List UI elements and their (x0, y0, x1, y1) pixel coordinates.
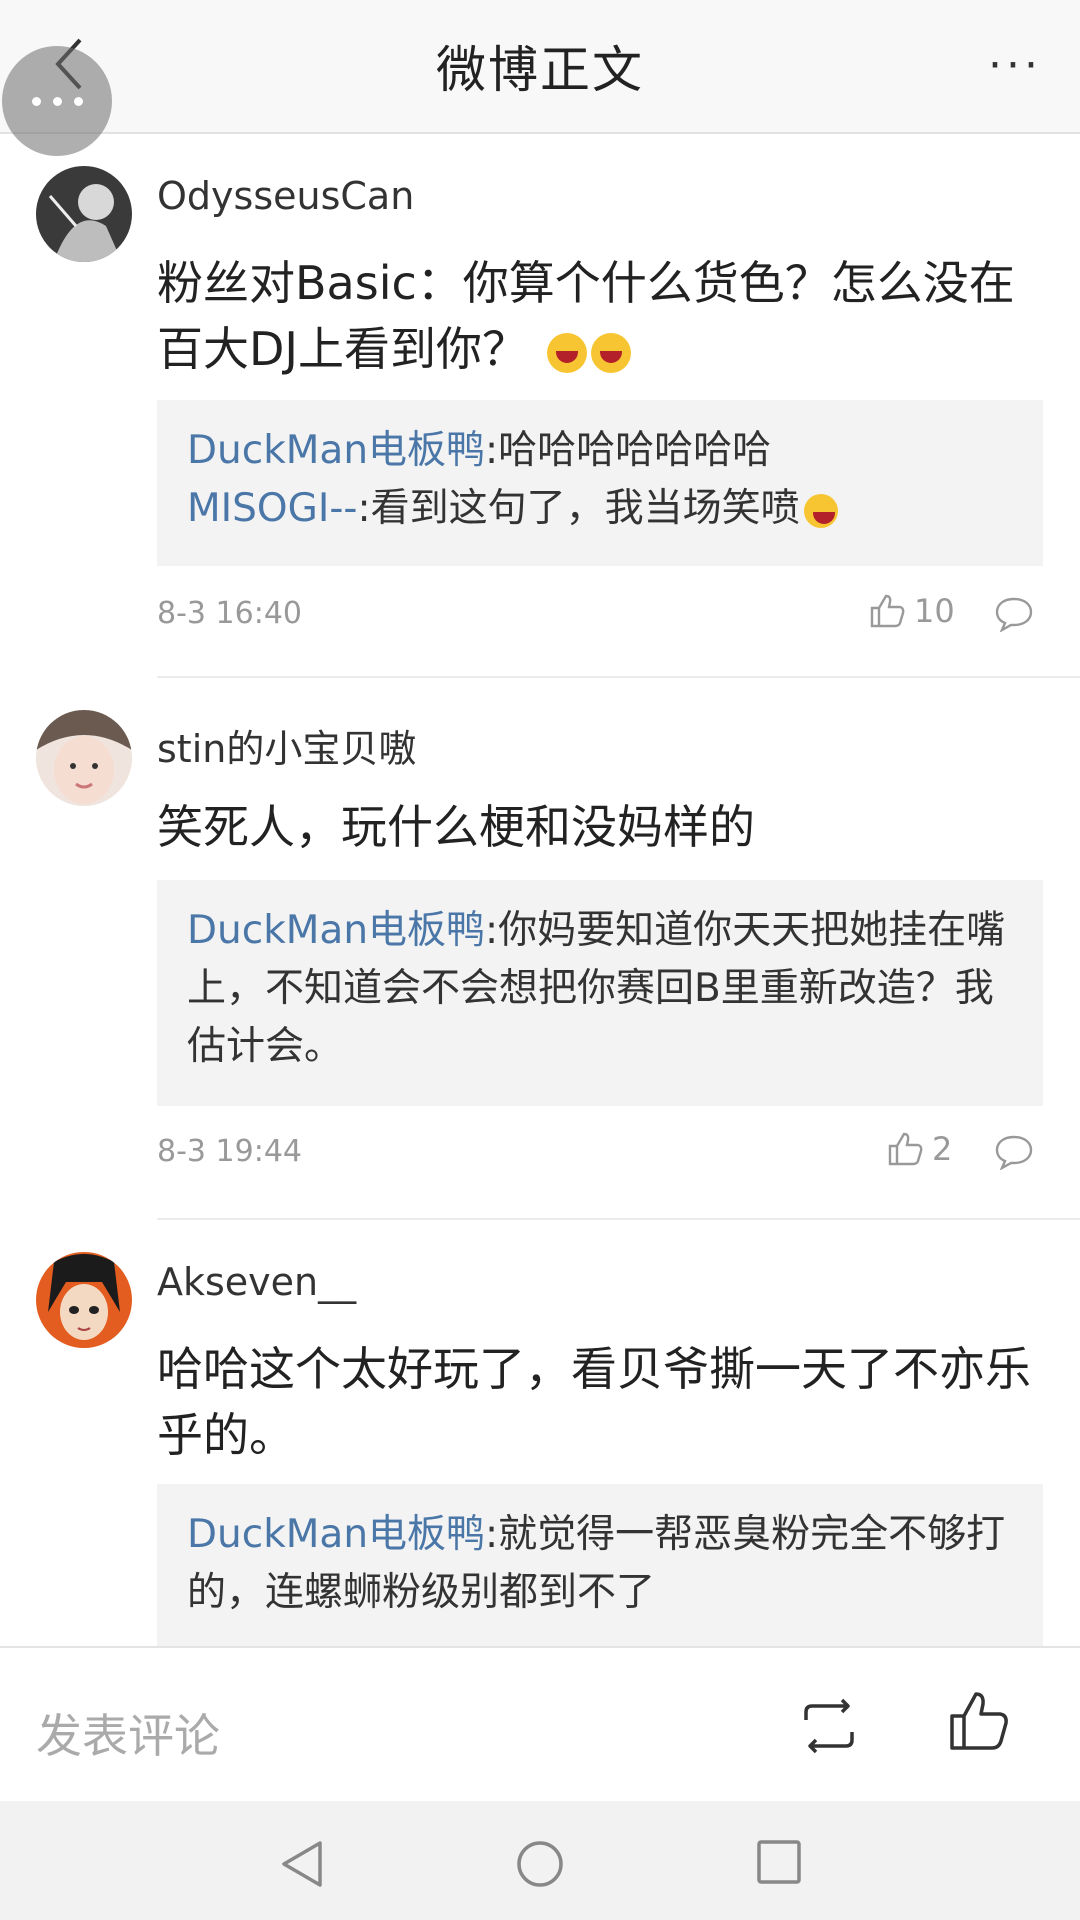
comment-input[interactable]: 发表评论 (36, 1700, 220, 1766)
nav-back-icon[interactable] (278, 1839, 324, 1889)
comment-username[interactable]: stin的小宝贝嗷 (157, 718, 416, 773)
system-nav-bar (0, 1801, 1080, 1920)
comment-time: 8-3 16:40 (157, 596, 302, 631)
nav-home-icon[interactable] (515, 1839, 565, 1889)
reply-box[interactable]: DuckMan电板鸭:哈哈哈哈哈哈哈 MISOGI--:看到这句了，我当场笑喷 (157, 400, 1043, 566)
laugh-emoji-icon (590, 332, 631, 373)
comment-list[interactable]: OdysseusCan 粉丝对Basic：你算个什么货色？怎么没在百大DJ上看到… (0, 134, 1080, 1646)
comment-content: 哈哈这个太好玩了，看贝爷撕一天了不亦乐乎的。 (157, 1342, 1031, 1462)
more-options-button[interactable]: ··· (988, 40, 1042, 91)
reply-line: DuckMan电板鸭:哈哈哈哈哈哈哈 (187, 428, 772, 473)
comment-time: 8-3 19:44 (157, 1134, 302, 1169)
reply-box[interactable]: DuckMan电板鸭:你妈要知道你天天把她挂在嘴上，不知道会不会想把你赛回B里重… (157, 880, 1043, 1106)
avatar[interactable] (36, 710, 132, 806)
header-bar: 微博正文 ··· (0, 0, 1080, 134)
like-button[interactable]: 10 (868, 592, 955, 630)
reply-username[interactable]: MISOGI-- (187, 486, 357, 531)
avatar[interactable] (36, 1252, 132, 1348)
thumbs-up-icon (888, 1132, 923, 1166)
reply-username[interactable]: DuckMan电板鸭 (187, 428, 485, 473)
floating-menu-button[interactable] (2, 46, 112, 156)
divider (157, 676, 1080, 678)
like-post-icon[interactable] (948, 1690, 1010, 1752)
reply-username[interactable]: DuckMan电板鸭 (187, 1512, 485, 1557)
comment-username[interactable]: OdysseusCan (157, 174, 414, 218)
thumbs-up-icon (870, 594, 905, 628)
comment-username[interactable]: Akseven__ (157, 1260, 356, 1304)
reply-line: DuckMan电板鸭:你妈要知道你天天把她挂在嘴上，不知道会不会想把你赛回B里重… (187, 908, 1006, 1069)
avatar[interactable] (36, 166, 132, 262)
grin-emoji-icon (803, 493, 838, 528)
repost-icon[interactable] (798, 1698, 860, 1754)
reply-comment-icon[interactable] (994, 596, 1034, 632)
reply-comment-icon[interactable] (994, 1134, 1034, 1170)
reply-line: DuckMan电板鸭:就觉得一帮恶臭粉完全不够打的，连螺蛳粉级别都到不了 (187, 1512, 1006, 1615)
like-count: 2 (932, 1130, 953, 1168)
laugh-emoji-icon (546, 332, 587, 373)
reply-username[interactable]: DuckMan电板鸭 (187, 908, 485, 953)
comment-content: 笑死人，玩什么梗和没妈样的 (157, 800, 755, 854)
reply-line: MISOGI--:看到这句了，我当场笑喷 (187, 480, 1013, 538)
reply-box[interactable]: DuckMan电板鸭:就觉得一帮恶臭粉完全不够打的，连螺蛳粉级别都到不了 (157, 1484, 1043, 1646)
divider (157, 1218, 1080, 1220)
like-button[interactable]: 2 (886, 1130, 952, 1168)
like-count: 10 (914, 592, 955, 630)
comment-content: 粉丝对Basic：你算个什么货色？怎么没在百大DJ上看到你？ (157, 256, 1015, 376)
comment-input-bar: 发表评论 (0, 1646, 1080, 1805)
nav-recents-icon[interactable] (756, 1839, 802, 1885)
page-title: 微博正文 (436, 41, 644, 99)
